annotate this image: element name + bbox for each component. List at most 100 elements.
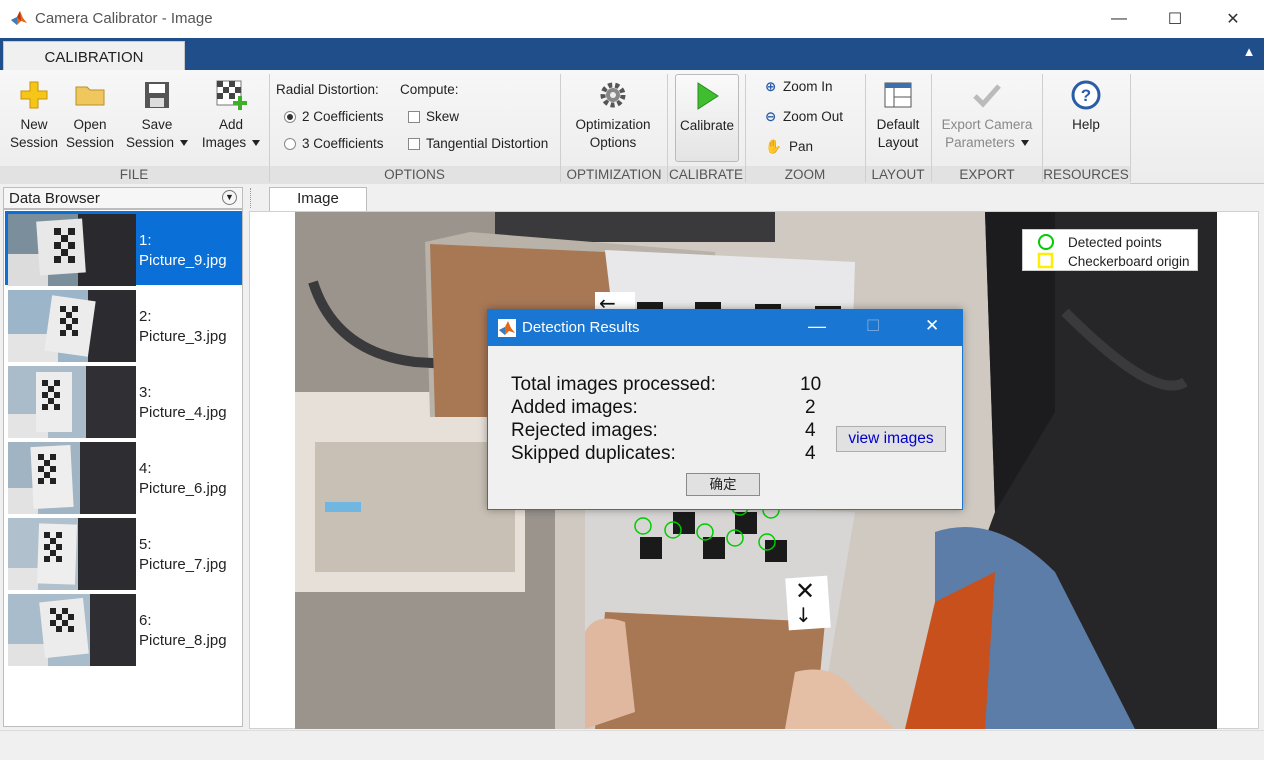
radio-2-label: 2 Coefficients bbox=[302, 109, 384, 124]
layout-label-2: Layout bbox=[877, 135, 919, 150]
tab-grip[interactable] bbox=[250, 188, 253, 208]
radio-3-coefficients[interactable]: 3 Coefficients bbox=[284, 136, 384, 151]
thumbnail-image bbox=[8, 214, 136, 286]
close-button[interactable]: ✕ bbox=[1204, 0, 1262, 38]
radio-2-coefficients[interactable]: 2 Coefficients bbox=[284, 109, 384, 124]
default-layout-button[interactable]: Default Layout bbox=[868, 74, 928, 152]
view-images-button[interactable]: view images bbox=[836, 426, 946, 452]
add-images-button[interactable]: Add Images bbox=[196, 74, 266, 152]
list-item[interactable]: 5: Picture_7.jpg bbox=[5, 515, 242, 590]
svg-text:↓: ↓ bbox=[795, 603, 812, 627]
dialog-minimize-button[interactable]: — bbox=[808, 316, 826, 337]
collapse-ribbon-icon[interactable]: ▲ bbox=[1240, 44, 1258, 62]
item-filename: Picture_8.jpg bbox=[139, 632, 227, 649]
new-session-icon bbox=[20, 81, 48, 109]
ribbon-tabstrip bbox=[0, 38, 1264, 70]
checkbox-icon[interactable] bbox=[408, 111, 420, 124]
list-item[interactable]: 3: Picture_4.jpg bbox=[5, 363, 242, 438]
title-bar: Camera Calibrator - Image — ☐ ✕ bbox=[0, 0, 1264, 38]
divider bbox=[865, 74, 866, 182]
layout-label-1: Default bbox=[876, 117, 920, 132]
data-browser-header: Data Browser bbox=[3, 187, 243, 209]
save-session-label-1: Save bbox=[141, 117, 173, 132]
list-item[interactable]: 2: Picture_3.jpg bbox=[5, 287, 242, 362]
divider bbox=[931, 74, 932, 182]
legend-origin-label: Checkerboard origin bbox=[1068, 254, 1190, 269]
zoom-out-button[interactable]: ⊖ Zoom Out bbox=[765, 109, 843, 125]
dropdown-arrow-icon[interactable] bbox=[1020, 140, 1029, 147]
open-session-label-2: Session bbox=[65, 135, 115, 150]
dialog-maximize-button: ☐ bbox=[866, 318, 881, 335]
matlab-logo-icon bbox=[498, 319, 516, 337]
total-images-label: Total images processed: bbox=[511, 374, 716, 395]
new-session-label-1: New bbox=[20, 117, 48, 132]
tab-calibration[interactable]: CALIBRATION bbox=[3, 41, 185, 72]
skew-label: Skew bbox=[426, 109, 460, 124]
radio-unselected-icon[interactable] bbox=[284, 138, 296, 151]
calibrate-button[interactable]: Calibrate bbox=[675, 74, 739, 162]
save-session-label-2: Session bbox=[125, 135, 175, 150]
group-label-export: EXPORT bbox=[959, 167, 1015, 182]
divider bbox=[745, 74, 746, 182]
group-label-layout: LAYOUT bbox=[871, 167, 925, 182]
thumbnail-image bbox=[8, 442, 136, 514]
divider bbox=[269, 74, 270, 182]
open-session-button[interactable]: Open Session bbox=[62, 74, 118, 152]
checkbox-icon[interactable] bbox=[408, 138, 420, 151]
item-number: 4: bbox=[139, 460, 152, 477]
divider bbox=[1042, 74, 1043, 182]
total-images-value: 10 bbox=[800, 374, 822, 395]
optimization-options-button[interactable]: Optimization Options bbox=[566, 74, 660, 152]
radio-selected-icon[interactable] bbox=[284, 111, 296, 124]
list-item[interactable]: 6: Picture_8.jpg bbox=[5, 591, 242, 666]
skew-checkbox[interactable]: Skew bbox=[408, 109, 459, 124]
item-number: 1: bbox=[139, 232, 152, 249]
dropdown-arrow-icon[interactable] bbox=[180, 140, 189, 147]
gear-icon bbox=[600, 82, 626, 108]
dialog-title-bar[interactable]: Detection Results — ☐ ✕ bbox=[488, 310, 962, 346]
export-camera-parameters-button[interactable]: Export Camera Parameters bbox=[934, 74, 1040, 152]
thumbnail-image bbox=[8, 290, 136, 362]
help-button[interactable]: ? Help bbox=[1056, 74, 1116, 134]
tangential-checkbox[interactable]: Tangential Distortion bbox=[408, 136, 548, 151]
group-label-zoom: ZOOM bbox=[784, 167, 826, 182]
dropdown-arrow-icon[interactable] bbox=[252, 140, 261, 147]
chevron-down-icon[interactable]: ▼ bbox=[222, 190, 237, 205]
play-icon bbox=[697, 82, 719, 110]
save-session-button[interactable]: Save Session bbox=[124, 74, 190, 152]
zoom-in-button[interactable]: ⊕ Zoom In bbox=[765, 79, 833, 95]
checkmark-icon bbox=[973, 84, 1001, 108]
dialog-title: Detection Results bbox=[522, 319, 640, 336]
divider bbox=[1130, 74, 1131, 182]
export-label-2: Parameters bbox=[945, 135, 1015, 150]
item-number: 2: bbox=[139, 308, 152, 325]
ok-button[interactable]: 确定 bbox=[686, 473, 760, 496]
skipped-duplicates-value: 4 bbox=[805, 443, 816, 464]
zoom-out-label: Zoom Out bbox=[783, 109, 844, 124]
list-item[interactable]: 1: Picture_9.jpg bbox=[5, 211, 242, 286]
legend: Detected points Checkerboard origin bbox=[1022, 229, 1198, 271]
dialog-close-button[interactable]: ✕ bbox=[925, 316, 939, 336]
list-item[interactable]: 4: Picture_6.jpg bbox=[5, 439, 242, 514]
pan-button[interactable]: ✋ Pan bbox=[765, 139, 813, 155]
calibrate-label: Calibrate bbox=[679, 118, 735, 133]
thumbnail-image bbox=[8, 594, 136, 666]
matlab-logo-icon bbox=[11, 11, 27, 25]
rejected-images-value: 4 bbox=[805, 420, 816, 441]
data-browser-title: Data Browser bbox=[9, 190, 100, 207]
item-filename: Picture_6.jpg bbox=[139, 480, 227, 497]
divider bbox=[560, 74, 561, 182]
item-filename: Picture_3.jpg bbox=[139, 328, 227, 345]
new-session-label-2: Session bbox=[9, 135, 59, 150]
item-number: 6: bbox=[139, 612, 152, 629]
radial-distortion-label: Radial Distortion: bbox=[276, 82, 379, 97]
detection-results-dialog: Detection Results — ☐ ✕ Total images pro… bbox=[487, 309, 963, 510]
minimize-button[interactable]: — bbox=[1090, 0, 1148, 38]
radio-3-label: 3 Coefficients bbox=[302, 136, 384, 151]
zoom-in-icon: ⊕ bbox=[765, 79, 777, 94]
tab-image[interactable]: Image bbox=[269, 187, 367, 211]
group-label-calibrate: CALIBRATE bbox=[668, 167, 744, 182]
group-label-optimization: OPTIMIZATION bbox=[566, 167, 662, 182]
maximize-button[interactable]: ☐ bbox=[1146, 0, 1204, 38]
new-session-button[interactable]: New Session bbox=[6, 74, 62, 152]
